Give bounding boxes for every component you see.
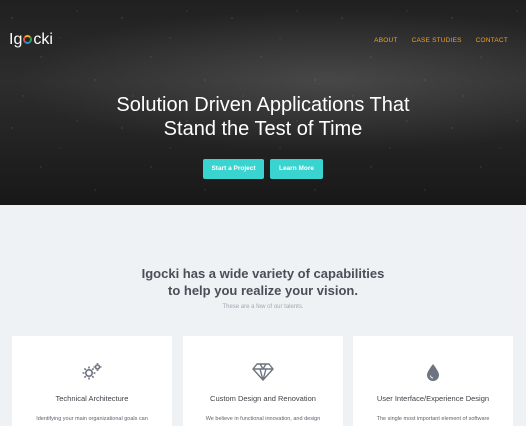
logo-ring-icon bbox=[23, 35, 33, 44]
capability-card-custom-design[interactable]: Custom Design and Renovation We believe … bbox=[183, 336, 343, 426]
card-description: We believe in functional innovation, and… bbox=[205, 416, 321, 422]
logo-text-suffix: cki bbox=[33, 31, 53, 48]
capabilities-title-line2: to help you realize your vision. bbox=[168, 283, 358, 298]
start-project-button[interactable]: Start a Project bbox=[203, 159, 264, 179]
nav-case-studies[interactable]: CASE STUDIES bbox=[412, 37, 462, 44]
logo-text-prefix: Ig bbox=[9, 31, 23, 48]
hero-banner: Ig cki ABOUT CASE STUDIES CONTACT Solutio… bbox=[0, 0, 526, 205]
hero-cta-group: Start a Project Learn More bbox=[0, 159, 526, 179]
learn-more-button[interactable]: Learn More bbox=[270, 159, 323, 179]
hero-headline: Solution Driven Applications That Stand … bbox=[0, 93, 526, 141]
hero-headline-line1: Solution Driven Applications That bbox=[116, 94, 410, 116]
gears-icon bbox=[12, 362, 172, 382]
capabilities-title-line1: Igocki has a wide variety of capabilitie… bbox=[141, 266, 385, 281]
drop-icon bbox=[353, 362, 513, 382]
capabilities-subtitle: These are a few of our talents. bbox=[222, 304, 304, 310]
capability-card-technical-architecture[interactable]: Technical Architecture Identifying your … bbox=[12, 336, 172, 426]
card-description: Identifying your main organizational goa… bbox=[36, 416, 148, 422]
logo[interactable]: Ig cki bbox=[9, 31, 53, 49]
nav-about[interactable]: ABOUT bbox=[374, 37, 397, 44]
diamond-icon bbox=[183, 362, 343, 382]
capabilities-title: Igocki has a wide variety of capabilitie… bbox=[0, 265, 526, 299]
capability-card-ui-ux-design[interactable]: User Interface/Experience Design The sin… bbox=[353, 336, 513, 426]
card-title: Technical Architecture bbox=[55, 394, 129, 403]
nav-contact[interactable]: CONTACT bbox=[476, 37, 508, 44]
card-description: The single most important element of sof… bbox=[376, 416, 490, 422]
hero-headline-line2: Stand the Test of Time bbox=[163, 118, 363, 140]
card-title: User Interface/Experience Design bbox=[376, 394, 490, 403]
card-title: Custom Design and Renovation bbox=[210, 394, 316, 403]
top-nav: ABOUT CASE STUDIES CONTACT bbox=[374, 37, 508, 44]
